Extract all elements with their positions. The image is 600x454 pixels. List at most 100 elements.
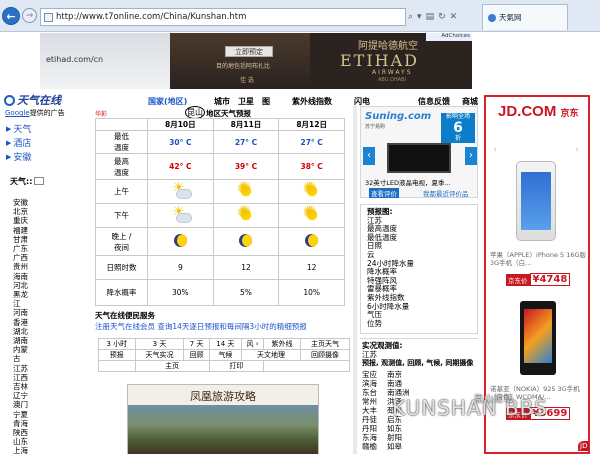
station-item[interactable]: 赣榆 bbox=[362, 442, 377, 451]
station-item[interactable]: 东海 bbox=[362, 433, 377, 442]
province-item[interactable]: 海南 bbox=[13, 272, 35, 281]
sidebar-link-weather[interactable]: ▶ 天气 bbox=[6, 122, 31, 136]
forum-watermark: KUNSHAN BBS 昆山论坛 bbox=[392, 395, 548, 420]
address-bar[interactable]: http://www.t7online.com/China/Kunshan.ht… bbox=[40, 8, 406, 26]
compat-icon[interactable]: ▤ bbox=[426, 12, 435, 22]
product-desc[interactable]: 32英寸LED液晶电视，夏季... bbox=[365, 177, 451, 187]
station-item[interactable]: 丹徒 bbox=[362, 415, 377, 424]
province-item[interactable]: 上海 bbox=[13, 446, 35, 454]
ad-small-text: 佳 选 bbox=[240, 77, 254, 84]
svc-climate[interactable]: 气候 bbox=[208, 349, 243, 361]
province-item[interactable]: 宁夏 bbox=[13, 410, 35, 419]
sidebar-link-hotel[interactable]: ▶ 酒店 bbox=[6, 136, 31, 150]
google-link[interactable]: Google bbox=[5, 109, 30, 117]
province-item[interactable]: 河北 bbox=[13, 281, 35, 290]
station-item[interactable]: 丹阳 bbox=[362, 424, 377, 433]
province-item[interactable]: 甘肃 bbox=[13, 235, 35, 244]
etihad-banner-ad[interactable]: etihad.com/cn 立即预定 目的地包括阿布扎比 佳 选 阿提哈德航空 … bbox=[40, 33, 472, 89]
table-row: 下午 bbox=[95, 203, 345, 228]
province-select[interactable] bbox=[34, 177, 44, 185]
row-label-rain: 降水概率 bbox=[95, 279, 148, 306]
close-icon[interactable]: ✕ bbox=[450, 12, 458, 22]
province-item[interactable]: 内蒙古 bbox=[13, 345, 35, 363]
province-item[interactable]: 黑龙江 bbox=[13, 290, 35, 308]
province-item[interactable]: 安徽 bbox=[13, 198, 35, 207]
station-item[interactable]: 大丰 bbox=[362, 406, 377, 415]
forecast-map-item[interactable]: 日照 bbox=[367, 242, 477, 251]
forecast-map-item[interactable]: 位势 bbox=[367, 319, 477, 329]
province-item[interactable]: 贵州 bbox=[13, 262, 35, 271]
province-item[interactable]: 湖南 bbox=[13, 336, 35, 345]
svc-forecast[interactable]: 预报 bbox=[98, 349, 136, 361]
station-item[interactable]: 宝应 bbox=[362, 370, 377, 379]
svc-astro[interactable]: 天文地理 bbox=[240, 349, 302, 361]
province-item[interactable]: 吉林 bbox=[13, 382, 35, 391]
svc-3d[interactable]: 3 天 bbox=[134, 338, 185, 350]
sidebar-link-anhui[interactable]: ▶ 安徽 bbox=[6, 150, 31, 164]
prev-arrow-icon[interactable]: ‹ bbox=[363, 147, 375, 165]
travel-ad[interactable]: 凤凰旅游攻略 bbox=[127, 384, 319, 454]
station-item[interactable]: 如皋 bbox=[387, 442, 410, 451]
nav-satellite[interactable]: 卫星 bbox=[238, 96, 262, 108]
carousel-left-icon[interactable]: ‹ bbox=[490, 145, 500, 155]
station-item[interactable]: 射阳 bbox=[387, 433, 410, 442]
station-item[interactable]: 南通 bbox=[387, 379, 410, 388]
next-arrow-icon[interactable]: › bbox=[465, 147, 477, 165]
forward-button[interactable]: → bbox=[22, 8, 37, 23]
refresh-icon[interactable]: ↻ bbox=[438, 12, 446, 22]
station-item[interactable]: 常州 bbox=[362, 397, 377, 406]
svc-7d[interactable]: 7 天 bbox=[183, 338, 210, 350]
svc-14d[interactable]: 14 天 bbox=[208, 338, 243, 350]
suning-ad[interactable]: Suning.com 苏宁易购 影响全场 6 折 ‹ › 32英寸LED液晶电视，夏… bbox=[360, 106, 478, 198]
svc-camera[interactable]: 回顾摄像 bbox=[300, 349, 350, 361]
province-item[interactable]: 香港 bbox=[13, 318, 35, 327]
province-item[interactable]: 澳门 bbox=[13, 400, 35, 409]
carousel-right-icon[interactable]: › bbox=[572, 145, 582, 155]
weather-cell bbox=[278, 203, 345, 228]
nav-country[interactable]: 国家(地区) bbox=[148, 96, 214, 108]
tab-weather[interactable]: 天氣网 bbox=[482, 4, 568, 30]
svc-live[interactable]: 天气实况 bbox=[134, 349, 185, 361]
forecast-map-item[interactable]: 气压 bbox=[367, 311, 477, 320]
svc-3h[interactable]: 3 小时 bbox=[98, 338, 136, 350]
forecast-map-item[interactable]: 6小时降水量 bbox=[367, 302, 477, 312]
ad-url: etihad.com/cn bbox=[46, 55, 104, 64]
svc-uv[interactable]: 紫外线 bbox=[262, 338, 302, 350]
ad-choices-label[interactable]: AdChoices bbox=[426, 33, 472, 41]
svc-wind[interactable]: 风 › bbox=[241, 338, 264, 350]
view-review-link[interactable]: 查看评价 bbox=[369, 188, 399, 198]
phone1-caption[interactable]: 苹果（APPLE）iPhone 5 16G版 3G手机（白... bbox=[490, 251, 588, 267]
province-item[interactable]: 重庆 bbox=[13, 216, 35, 225]
search-icon[interactable]: ⌕ bbox=[408, 12, 413, 22]
province-item[interactable]: 河南 bbox=[13, 308, 35, 317]
site-logo[interactable]: 天气在线 bbox=[4, 92, 61, 108]
station-item[interactable]: 滨海 bbox=[362, 379, 377, 388]
svc-home-weather[interactable]: 主页天气 bbox=[300, 338, 350, 350]
province-item[interactable]: 广东 bbox=[13, 244, 35, 253]
nav-uv[interactable]: 紫外线指数 bbox=[292, 96, 354, 108]
weather-cell bbox=[212, 179, 280, 204]
back-button[interactable]: ← bbox=[2, 7, 20, 25]
recent-review-link[interactable]: 我都最近评价品 bbox=[423, 188, 469, 198]
station-item[interactable]: 南京 bbox=[387, 370, 410, 379]
station-item[interactable]: 东台 bbox=[362, 388, 377, 397]
forecast-map-item[interactable]: 最低温度 bbox=[367, 233, 477, 243]
book-now-button[interactable]: 立即预定 bbox=[225, 46, 273, 57]
province-item[interactable]: 江西 bbox=[13, 373, 35, 382]
nav-city[interactable]: 城市 bbox=[214, 96, 238, 108]
svc-print[interactable]: 打印 bbox=[208, 360, 264, 372]
svc-home[interactable]: 主页 bbox=[134, 360, 210, 372]
register-link[interactable]: 注册天气在线会员 查询14天逐日预报和每间隔3小时的精细预报 bbox=[95, 321, 307, 332]
table-row: 日照时数 9 12 12 bbox=[95, 255, 345, 280]
station-item[interactable]: 如东 bbox=[387, 424, 410, 433]
province-item[interactable]: 陕西 bbox=[13, 428, 35, 437]
province-item[interactable]: 江苏 bbox=[13, 364, 35, 373]
nav-map[interactable]: 图 bbox=[262, 96, 292, 108]
province-item[interactable]: 福建 bbox=[13, 226, 35, 235]
forecast-table: 8月10日 8月11日 8月12日 最低 温度 30° C 27° C 27° … bbox=[95, 118, 345, 306]
province-item[interactable]: 青海 bbox=[13, 419, 35, 428]
svc-review[interactable]: 回顾 bbox=[183, 349, 210, 361]
jd-corner-badge: JD bbox=[578, 441, 590, 451]
dropdown-icon[interactable]: ▾ bbox=[417, 12, 422, 22]
province-item[interactable]: 湖北 bbox=[13, 327, 35, 336]
